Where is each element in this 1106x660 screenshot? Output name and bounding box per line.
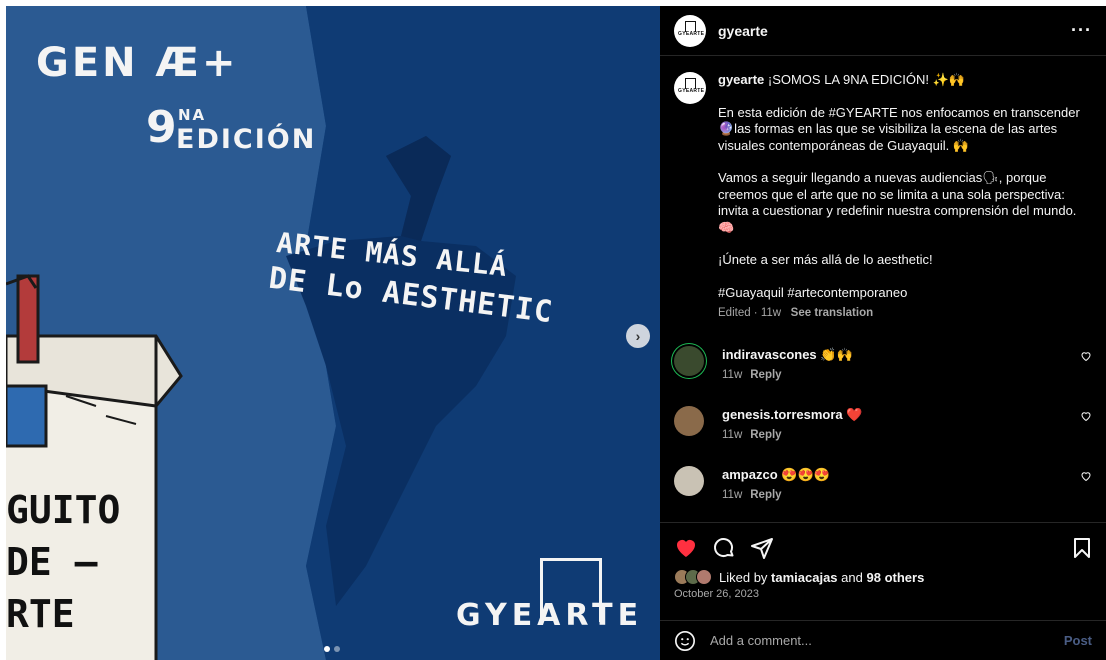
share-paper-plane-icon[interactable] (750, 536, 774, 560)
liker-avatars (674, 569, 712, 585)
liked-by-user[interactable]: tamiacajas (771, 570, 838, 585)
post-comment-button[interactable]: Post (1064, 633, 1092, 648)
post-header: GYEARTE gyearte ··· (660, 6, 1106, 56)
comment-username[interactable]: indiravascones (722, 347, 817, 362)
comment-item: ampazco 😍😍😍 11w Reply (674, 466, 1092, 504)
comment-time: 11w (722, 369, 743, 381)
poster-gen-text: GEN Æ+ (36, 40, 239, 86)
comment-item: genesis.torresmora ❤️ 11w Reply (674, 406, 1092, 444)
poster-guito-line-3: RTE (6, 592, 75, 636)
caption-meta: Edited · 11w See translation (718, 305, 1088, 322)
comment-text: ❤️ (842, 407, 863, 422)
comment-body: ampazco 😍😍😍 11w Reply (722, 466, 830, 504)
post-media[interactable]: GEN Æ+ 9 NA EDICIÓN ARTE MÁS ALLÁ DE Lo … (6, 6, 660, 660)
comment-like-heart-icon[interactable] (1080, 350, 1092, 362)
comment-like-heart-icon[interactable] (1080, 470, 1092, 482)
comment-username[interactable]: genesis.torresmora (722, 407, 843, 422)
add-comment-bar: Post (660, 620, 1106, 660)
more-options-icon[interactable]: ··· (1071, 20, 1092, 41)
like-heart-icon[interactable] (674, 536, 698, 560)
caption-time: Edited · 11w (718, 307, 782, 319)
caption-username[interactable]: gyearte (718, 72, 764, 87)
comment-input[interactable] (710, 633, 1064, 648)
caption-headline: ¡SOMOS LA 9NA EDICIÓN! ✨🙌 (764, 72, 965, 87)
comment-body: indiravascones 👏🙌 11w Reply (722, 346, 853, 384)
carousel-dot-1[interactable] (324, 646, 330, 652)
poster-edition-number: 9 (146, 102, 178, 153)
post-side-panel: GYEARTE gyearte ··· GYEARTE gyearte ¡SOM… (660, 6, 1106, 660)
liked-by-prefix: Liked by (719, 569, 768, 585)
comment-text: 👏🙌 (816, 347, 853, 362)
post-date[interactable]: October 26, 2023 (674, 588, 1092, 600)
comment-bubble-icon[interactable] (712, 536, 736, 560)
reply-button[interactable]: Reply (750, 489, 781, 501)
avatar-logo-text: GYEARTE (678, 88, 705, 94)
comment-body: genesis.torresmora ❤️ 11w Reply (722, 406, 862, 444)
comment-item: indiravascones 👏🙌 11w Reply (674, 346, 1092, 384)
comment-username[interactable]: ampazco (722, 467, 778, 482)
caption-paragraph-2: Vamos a seguir llegando a nuevas audienc… (718, 170, 1077, 235)
avatar-logo-text: GYEARTE (678, 30, 705, 37)
author-username[interactable]: gyearte (718, 23, 768, 39)
poster-guito-line-1: GUITO (6, 488, 121, 532)
liker-avatar (696, 569, 712, 585)
caption-author-avatar[interactable]: GYEARTE (674, 72, 706, 104)
action-icons-row (674, 533, 1092, 563)
commenter-avatar[interactable] (674, 466, 704, 496)
poster-edition-word: EDICIÓN (176, 124, 317, 155)
carousel-dots (324, 646, 340, 652)
commenter-avatar[interactable] (674, 406, 704, 436)
commenter-avatar[interactable] (674, 346, 704, 376)
see-translation-link[interactable]: See translation (791, 307, 873, 319)
chevron-right-icon: › (635, 328, 641, 344)
comment-time: 11w (722, 429, 743, 441)
caption-paragraph-1: En esta edición de #GYEARTE nos enfocamo… (718, 104, 1080, 153)
reply-button[interactable]: Reply (750, 369, 781, 381)
poster-guito-text: GUITO DE — RTE (6, 484, 120, 640)
liked-by-others[interactable]: 98 others (867, 570, 925, 585)
emoji-smiley-icon[interactable] (674, 630, 696, 652)
post-actions: Liked by tamiacajas and 98 others Octobe… (660, 522, 1106, 620)
poster-logo-text: GYEARTE (456, 598, 644, 633)
comment-text: 😍😍😍 (777, 467, 830, 482)
post-caption: GYEARTE gyearte ¡SOMOS LA 9NA EDICIÓN! ✨… (660, 56, 1106, 322)
poster-edition-superscript: NA (178, 106, 207, 124)
caption-hashtags[interactable]: #Guayaquil #artecontemporaneo (718, 285, 1088, 302)
comment-time: 11w (722, 489, 743, 501)
comment-like-heart-icon[interactable] (1080, 410, 1092, 422)
caption-body: gyearte ¡SOMOS LA 9NA EDICIÓN! ✨🙌 En est… (718, 72, 1088, 322)
liked-by-and: and (841, 569, 863, 585)
author-avatar[interactable]: GYEARTE (674, 14, 706, 47)
instagram-post-frame: GEN Æ+ 9 NA EDICIÓN ARTE MÁS ALLÁ DE Lo … (6, 6, 1106, 660)
bookmark-icon[interactable] (1072, 537, 1092, 559)
caption-paragraph-3: ¡Únete a ser más allá de lo aesthetic! (718, 252, 933, 267)
carousel-dot-2[interactable] (334, 646, 340, 652)
likes-row: Liked by tamiacajas and 98 others (674, 569, 1092, 585)
comments-scroll-area[interactable]: GYEARTE gyearte ¡SOMOS LA 9NA EDICIÓN! ✨… (660, 56, 1106, 522)
poster-guito-line-2: DE — (6, 540, 98, 584)
next-slide-button[interactable]: › (626, 324, 650, 348)
reply-button[interactable]: Reply (750, 429, 781, 441)
